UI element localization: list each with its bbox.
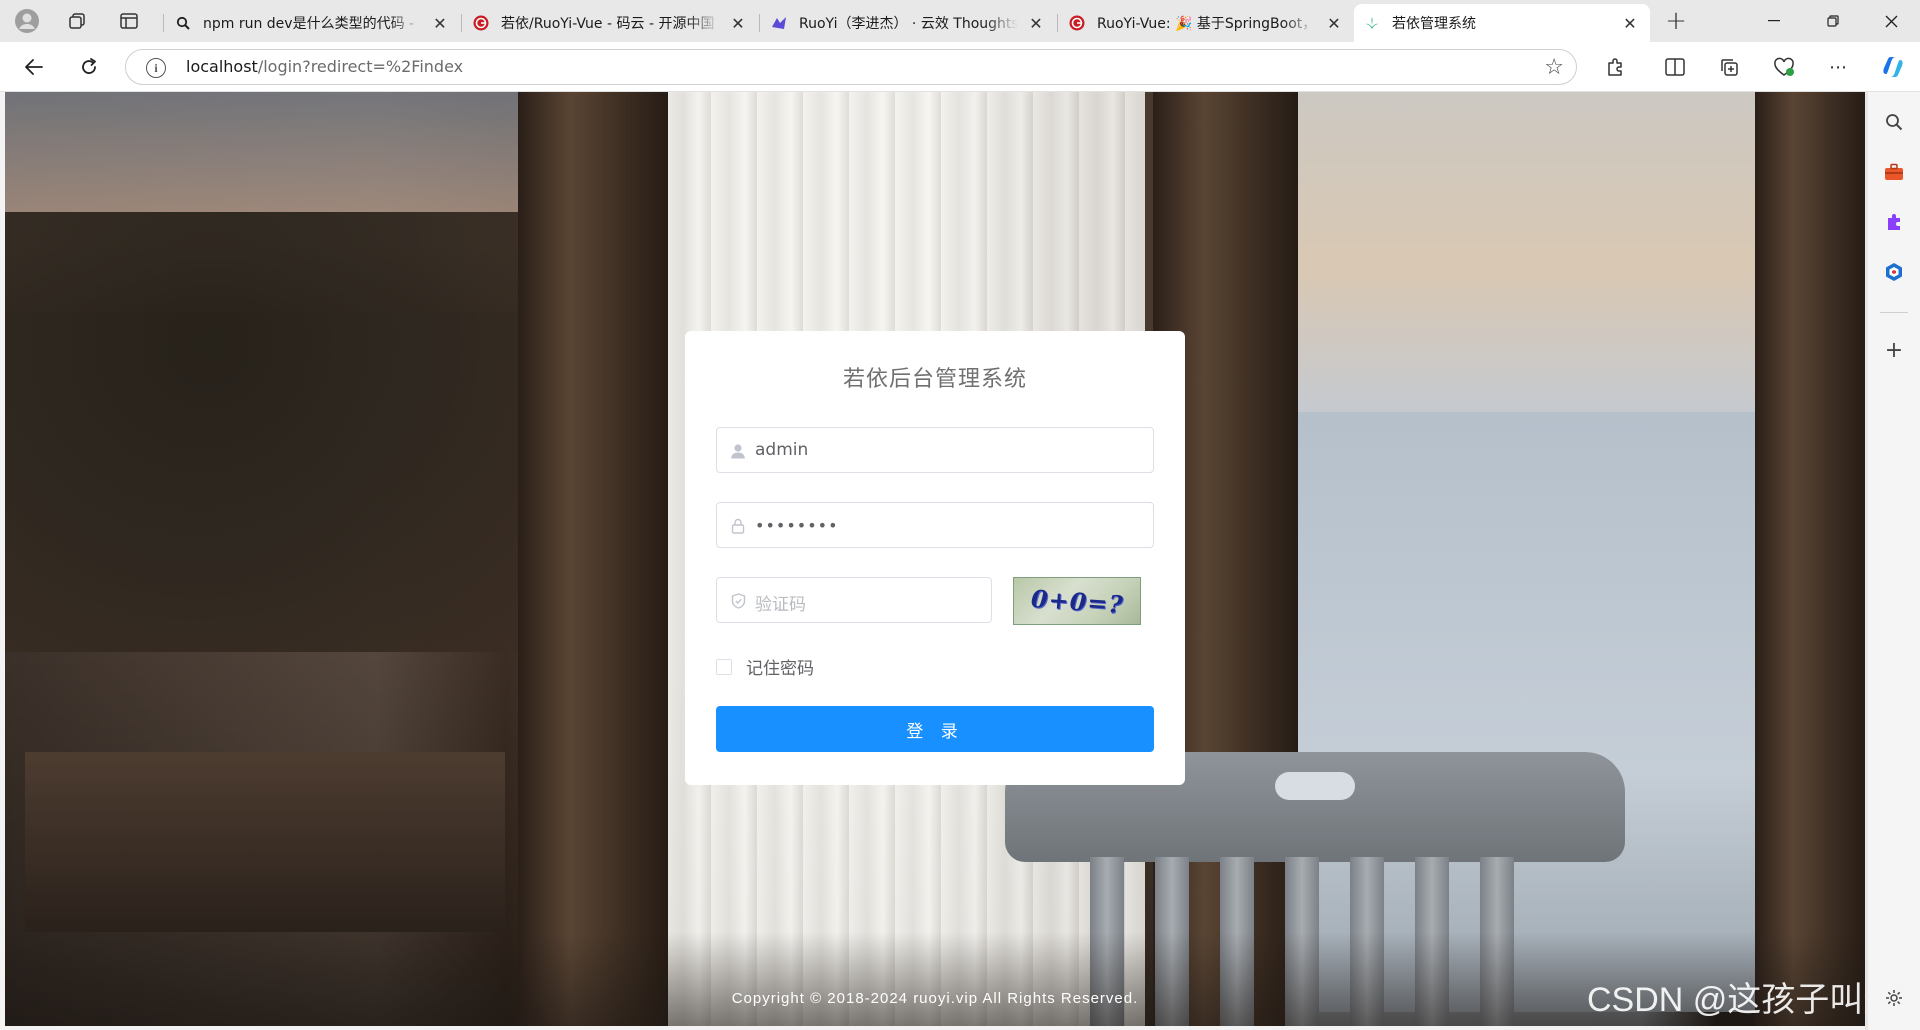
sidebar-divider xyxy=(1880,312,1908,313)
tab-title: 若依管理系统 xyxy=(1392,16,1476,32)
close-tab-icon[interactable]: ✕ xyxy=(430,14,450,33)
sidebar-office-icon[interactable] xyxy=(1878,256,1910,288)
close-tab-icon[interactable]: ✕ xyxy=(728,14,748,33)
tab-thoughts[interactable]: RuoYi（李进杰） · 云效 Thoughts ✕ xyxy=(761,4,1056,42)
background-photo-table xyxy=(25,752,505,932)
background-photo-post xyxy=(518,92,668,1026)
sidebar-settings-icon[interactable] xyxy=(1878,982,1910,1014)
password-field[interactable]: •••••••• xyxy=(716,502,1154,548)
profile-avatar-icon[interactable] xyxy=(12,6,42,36)
tab-separator xyxy=(163,14,164,32)
sidebar-tools-icon[interactable] xyxy=(1878,156,1910,188)
more-options-icon[interactable]: ⋯ xyxy=(1822,51,1854,83)
thoughts-logo-icon xyxy=(771,15,787,31)
sidebar-search-icon[interactable] xyxy=(1878,106,1910,138)
user-icon xyxy=(729,442,747,460)
login-title: 若依后台管理系统 xyxy=(842,367,1027,392)
tab-gitee-ruoyi[interactable]: 若依/RuoYi-Vue - 码云 - 开源中国 ✕ xyxy=(463,4,758,42)
csdn-watermark: CSDN @这孩子叫逆 xyxy=(1587,981,1898,1019)
login-button[interactable]: 登 录 xyxy=(716,706,1154,752)
ruoyi-leaf-logo-icon xyxy=(1364,15,1380,31)
tab-gitee-ruoyi-vue[interactable]: RuoYi-Vue: 🎉 基于SpringBoot， ✕ xyxy=(1059,4,1354,42)
close-window-icon[interactable] xyxy=(1862,0,1920,42)
address-bar[interactable]: i localhost/login?redirect=%2Findex ☆ xyxy=(125,49,1577,85)
url-host: localhost xyxy=(186,57,258,76)
gitee-logo-icon xyxy=(473,15,489,31)
collections-icon[interactable] xyxy=(1713,51,1745,83)
tab-title: npm run dev是什么类型的代码 - xyxy=(203,16,415,32)
tab-separator xyxy=(1057,14,1058,32)
footer-copyright: Copyright © 2018-2024 ruoyi.vip All Righ… xyxy=(731,990,1139,1007)
new-tab-button[interactable]: + xyxy=(1661,6,1691,36)
tab-separator xyxy=(759,14,760,32)
shield-icon xyxy=(729,592,747,610)
background-photo-right-window xyxy=(1295,92,1755,412)
search-icon xyxy=(175,15,191,31)
address-url[interactable]: localhost/login?redirect=%2Findex xyxy=(186,57,463,76)
tab-ruoyi-admin-active[interactable]: 若依管理系统 ✕ xyxy=(1354,4,1650,42)
sidebar-add-icon[interactable]: + xyxy=(1878,334,1910,366)
url-path: /login?redirect=%2Findex xyxy=(257,57,464,76)
favorite-star-icon[interactable]: ☆ xyxy=(1544,55,1564,80)
gitee-logo-icon xyxy=(1069,15,1085,31)
browser-toolbar: i localhost/login?redirect=%2Findex ☆ ⋯ xyxy=(0,42,1920,92)
minimize-window-icon[interactable] xyxy=(1745,0,1803,42)
split-screen-icon[interactable] xyxy=(1659,51,1691,83)
copilot-icon[interactable] xyxy=(1877,51,1909,83)
background-photo-trees xyxy=(5,212,525,652)
captcha-text: 0+0=? xyxy=(1029,583,1125,619)
browser-essentials-icon[interactable] xyxy=(1768,51,1800,83)
remember-password-label: 记住密码 xyxy=(746,659,814,679)
browser-sidebar: + xyxy=(1868,92,1920,1030)
close-tab-icon[interactable]: ✕ xyxy=(1324,14,1344,33)
page-viewport: 若依后台管理系统 admin •••••••• 验证码 0+0=? 记住密码 登… xyxy=(5,92,1865,1026)
refresh-icon[interactable] xyxy=(73,51,105,83)
login-form: 若依后台管理系统 admin •••••••• 验证码 0+0=? 记住密码 登… xyxy=(685,331,1185,785)
background-photo-chair-handle xyxy=(1275,772,1355,800)
captcha-placeholder: 验证码 xyxy=(755,595,806,615)
vertical-tabs-icon[interactable] xyxy=(114,6,144,36)
remember-password-checkbox[interactable]: 记住密码 xyxy=(716,654,814,679)
sidebar-extensions-icon[interactable] xyxy=(1878,206,1910,238)
workspaces-icon[interactable] xyxy=(62,6,92,36)
tab-title: RuoYi-Vue: 🎉 基于SpringBoot， xyxy=(1097,16,1316,32)
username-field[interactable]: admin xyxy=(716,427,1154,473)
captcha-image[interactable]: 0+0=? xyxy=(1013,577,1141,625)
tab-title: RuoYi（李进杰） · 云效 Thoughts xyxy=(799,16,1018,32)
captcha-field[interactable]: 验证码 xyxy=(716,577,992,623)
extensions-icon[interactable] xyxy=(1599,51,1631,83)
site-info-icon[interactable]: i xyxy=(146,58,166,78)
background-photo-floor-shade xyxy=(5,932,1865,1026)
lock-icon xyxy=(729,517,747,535)
tab-npm-search[interactable]: npm run dev是什么类型的代码 - ✕ xyxy=(165,4,460,42)
restore-window-icon[interactable] xyxy=(1804,0,1862,42)
tab-separator xyxy=(461,14,462,32)
browser-tab-strip: npm run dev是什么类型的代码 - ✕ 若依/RuoYi-Vue - 码… xyxy=(0,0,1920,42)
close-tab-icon[interactable]: ✕ xyxy=(1026,14,1046,33)
background-photo-post xyxy=(1755,92,1865,1026)
close-tab-icon[interactable]: ✕ xyxy=(1620,14,1640,33)
username-value: admin xyxy=(755,440,809,460)
tab-title: 若依/RuoYi-Vue - 码云 - 开源中国 xyxy=(501,16,715,32)
back-arrow-icon[interactable] xyxy=(18,51,50,83)
checkbox-box[interactable] xyxy=(716,658,732,675)
password-value: •••••••• xyxy=(755,516,839,535)
